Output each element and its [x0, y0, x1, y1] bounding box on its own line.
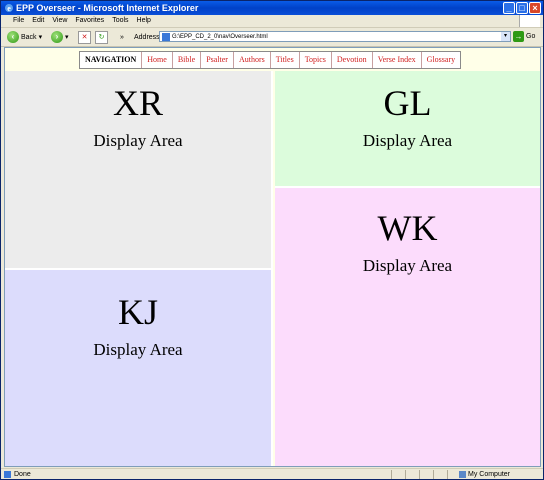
internet-explorer-icon: e — [4, 3, 14, 13]
frame-label: Display Area — [93, 340, 183, 359]
frame-code: WK — [377, 208, 438, 248]
navigation-label: NAVIGATION — [85, 55, 137, 64]
back-label: Back — [21, 33, 37, 41]
address-input[interactable]: G:\EPP_CD_2_0\nav\Overseer.html ▾ — [159, 31, 511, 42]
toolbar: ‹ Back ▾ › ▾ ✕ ↻ » Address G:\EPP_CD_2_0… — [1, 28, 543, 47]
navigation-bar: NAVIGATION Home Bible Psalter Authors Ti… — [79, 51, 462, 69]
nav-link-psalter[interactable]: Psalter — [200, 52, 233, 68]
menu-view[interactable]: View — [48, 15, 71, 27]
browser-window: e EPP Overseer - Microsoft Internet Expl… — [0, 0, 544, 480]
chevron-down-icon: ▾ — [65, 34, 69, 41]
frame-kj: KJ Display Area — [5, 270, 273, 466]
frame-code: GL — [383, 83, 432, 123]
menu-tools[interactable]: Tools — [108, 15, 132, 27]
toolbar-overflow-chevron[interactable]: » — [120, 30, 124, 44]
frame-label: Display Area — [362, 131, 453, 150]
frame-label: Display Area — [93, 131, 183, 150]
double-chevron-icon: » — [120, 33, 124, 41]
status-text: Done — [14, 471, 31, 478]
minimize-button[interactable]: _ — [503, 2, 515, 14]
status-divider — [391, 470, 392, 479]
nav-link-bible[interactable]: Bible — [171, 52, 200, 68]
nav-link-topics[interactable]: Topics — [298, 52, 331, 68]
address-label-text: Address — [134, 33, 160, 41]
frame-label: Display Area — [362, 256, 453, 275]
back-button[interactable]: ‹ Back ▾ — [7, 30, 42, 44]
nav-link-titles[interactable]: Titles — [269, 52, 299, 68]
zone-label: My Computer — [468, 471, 511, 478]
nav-link-devotion[interactable]: Devotion — [330, 52, 372, 68]
menu-favorites[interactable]: Favorites — [71, 15, 108, 27]
computer-icon — [459, 471, 466, 478]
go-arrow-icon: → — [513, 31, 524, 42]
nav-link-verse-index[interactable]: Verse Index — [371, 52, 421, 68]
go-label: Go — [526, 33, 536, 40]
status-bar: Done My Computer — [1, 468, 543, 480]
frame-gl: GL Display Area — [275, 71, 540, 188]
page-content: NAVIGATION Home Bible Psalter Authors Ti… — [4, 47, 541, 467]
menu-file[interactable]: File — [9, 15, 28, 27]
address-dropdown-icon[interactable]: ▾ — [501, 32, 510, 41]
svg-text:e: e — [7, 4, 11, 13]
windows-logo-icon — [519, 15, 540, 27]
forward-button[interactable]: › ▾ — [51, 30, 69, 44]
page-done-icon — [4, 471, 11, 478]
frame-code: XR — [112, 83, 163, 123]
status-divider — [405, 470, 406, 479]
address-label: Address — [134, 30, 160, 44]
status-divider — [447, 470, 448, 479]
menu-bar: File Edit View Favorites Tools Help — [1, 15, 543, 28]
nav-link-home[interactable]: Home — [141, 52, 172, 68]
title-bar[interactable]: e EPP Overseer - Microsoft Internet Expl… — [1, 1, 543, 15]
go-button[interactable]: → Go — [513, 31, 535, 42]
menu-help[interactable]: Help — [133, 15, 155, 27]
nav-link-authors[interactable]: Authors — [232, 52, 270, 68]
status-divider — [433, 470, 434, 479]
security-zone: My Computer — [459, 469, 510, 480]
frame-code: KJ — [117, 292, 158, 332]
close-button[interactable]: × — [529, 2, 541, 14]
chevron-down-icon: ▾ — [38, 34, 43, 41]
menu-edit[interactable]: Edit — [28, 15, 48, 27]
window-title: EPP Overseer - Microsoft Internet Explor… — [16, 3, 199, 13]
refresh-button[interactable]: ↻ — [95, 30, 108, 44]
page-icon — [162, 33, 170, 41]
stop-icon: ✕ — [78, 30, 91, 44]
frame-wk: WK Display Area — [275, 188, 540, 466]
status-divider — [419, 470, 420, 479]
back-arrow-icon: ‹ — [7, 31, 19, 43]
nav-link-glossary[interactable]: Glossary — [420, 52, 460, 68]
maximize-button[interactable]: □ — [516, 2, 528, 14]
forward-arrow-icon: › — [51, 31, 63, 43]
refresh-icon: ↻ — [95, 30, 108, 44]
stop-button[interactable]: ✕ — [78, 30, 91, 44]
address-value: G:\EPP_CD_2_0\nav\Overseer.html — [172, 34, 268, 40]
frame-xr: XR Display Area — [5, 71, 273, 270]
